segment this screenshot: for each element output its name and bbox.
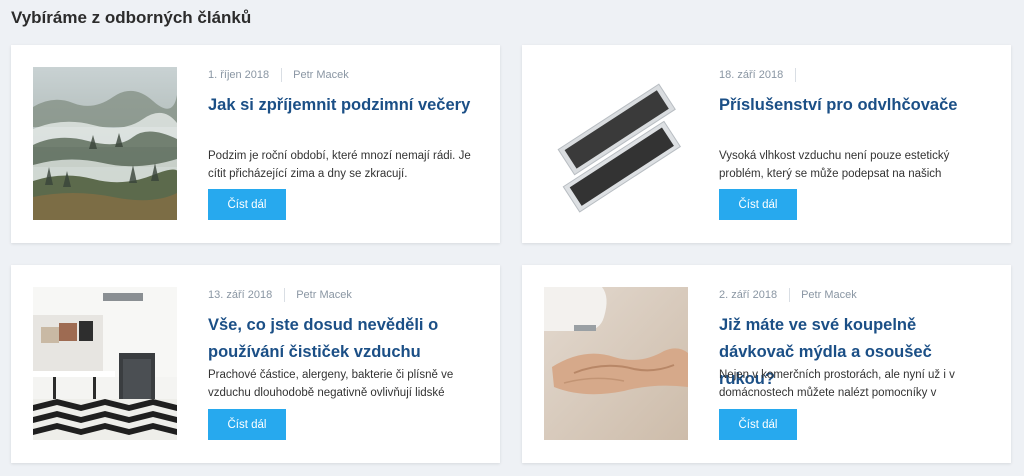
meta-divider [789,288,791,302]
article-date: 13. září 2018 [208,289,273,301]
article-excerpt: Nejen v komerčních prostorách, ale nyní … [719,369,955,399]
article-card: 1. říjen 2018 Petr Macek Jak si zpříjemn… [11,45,500,243]
article-card: 2. září 2018 Petr Macek Již máte ve své … [522,265,1011,463]
read-more-button[interactable]: Číst dál [208,189,286,220]
article-title[interactable]: Vše, co jste dosud nevěděli o používání … [208,312,478,366]
article-meta: 1. říjen 2018 Petr Macek [208,68,349,82]
article-excerpt: Podzim je roční období, které mnozí nema… [208,150,471,180]
misty-forest-landscape-photo [33,67,177,220]
meta-divider [795,68,797,82]
hands-under-dispenser-photo [544,287,688,440]
article-image[interactable] [33,67,177,220]
article-title[interactable]: Jak si zpříjemnit podzimní večery [208,92,478,119]
read-more-button[interactable]: Číst dál [719,409,797,440]
article-image[interactable] [544,287,688,440]
section-title: Vybíráme z odborných článků [11,8,252,27]
article-title[interactable]: Příslušenství pro odvlhčovače [719,92,989,119]
article-meta: 2. září 2018 Petr Macek [719,288,857,302]
article-excerpt: Vysoká vlhkost vzduchu není pouze esteti… [719,150,950,180]
meta-divider [284,288,286,302]
article-date: 1. říjen 2018 [208,69,270,81]
article-date: 18. září 2018 [719,69,784,81]
article-image[interactable] [544,67,688,220]
article-image[interactable] [33,287,177,440]
dehumidifier-filters-photo [544,67,688,220]
living-room-air-purifier-photo [33,287,177,440]
article-date: 2. září 2018 [719,289,778,301]
article-meta: 13. září 2018 Petr Macek [208,288,352,302]
article-author[interactable]: Petr Macek [296,289,352,301]
read-more-button[interactable]: Číst dál [208,409,286,440]
article-card: 18. září 2018 Příslušenství pro odvlhčov… [522,45,1011,243]
article-author[interactable]: Petr Macek [293,69,349,81]
article-meta: 18. září 2018 [719,68,807,82]
read-more-button[interactable]: Číst dál [719,189,797,220]
article-author[interactable]: Petr Macek [801,289,857,301]
meta-divider [281,68,283,82]
article-excerpt: Prachové částice, alergeny, bakterie či … [208,369,454,399]
article-card: 13. září 2018 Petr Macek Vše, co jste do… [11,265,500,463]
